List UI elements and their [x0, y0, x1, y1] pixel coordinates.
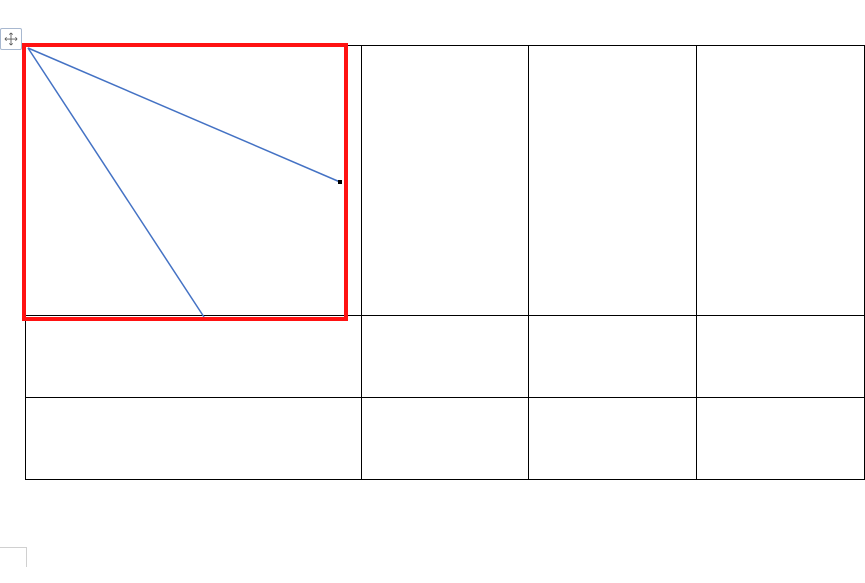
- table-cell[interactable]: [26, 398, 362, 480]
- table-cell[interactable]: [361, 316, 529, 398]
- table-cell[interactable]: [529, 398, 697, 480]
- table-row: [26, 398, 865, 480]
- move-icon: [4, 32, 18, 46]
- table-cell[interactable]: [529, 46, 697, 316]
- table-cell[interactable]: [361, 398, 529, 480]
- table-cell[interactable]: [697, 316, 865, 398]
- ruler-stub: [0, 547, 27, 567]
- table-cell[interactable]: [697, 398, 865, 480]
- table-cell[interactable]: [26, 46, 362, 316]
- table-cell[interactable]: [26, 316, 362, 398]
- table-row: [26, 46, 865, 316]
- line-endpoint-marker[interactable]: [338, 180, 342, 184]
- table-move-handle[interactable]: [0, 28, 22, 50]
- table-row: [26, 316, 865, 398]
- table-cell[interactable]: [697, 46, 865, 316]
- table-container: [25, 45, 865, 495]
- document-table[interactable]: [25, 45, 865, 480]
- table-cell[interactable]: [361, 46, 529, 316]
- table-cell[interactable]: [529, 316, 697, 398]
